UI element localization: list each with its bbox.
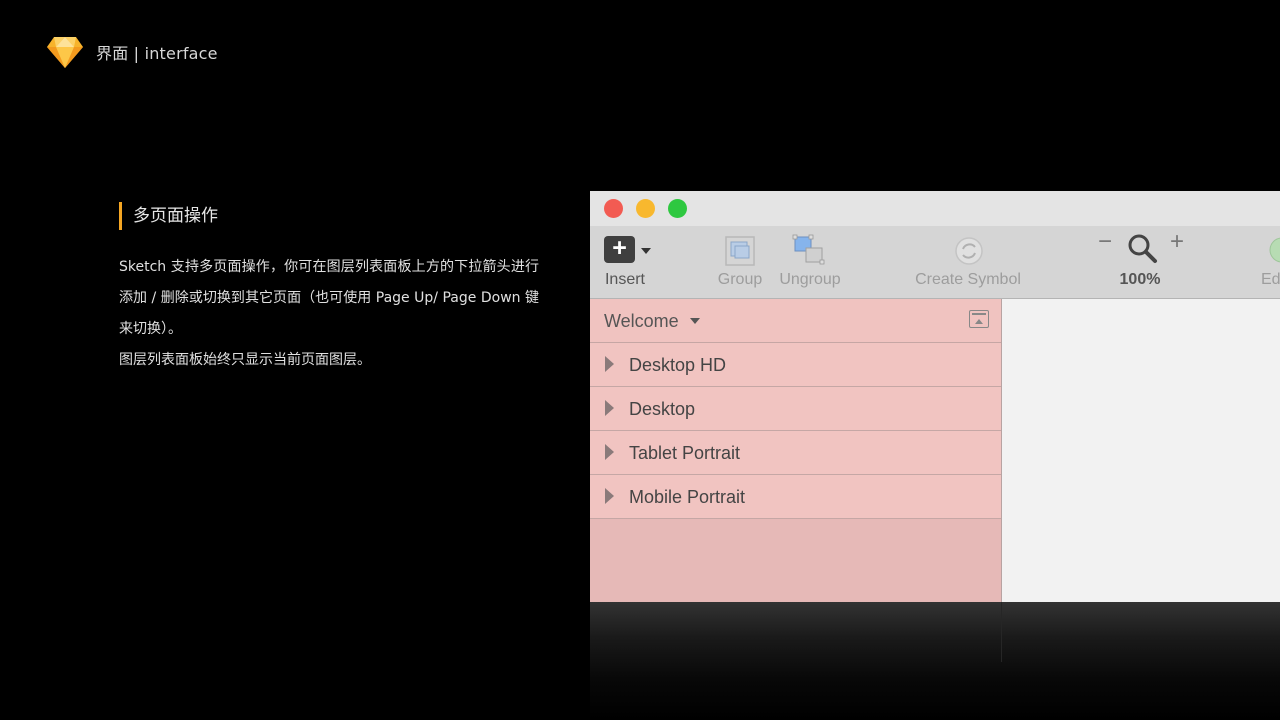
insert-button[interactable]: + Insert (590, 226, 666, 298)
layer-name: Tablet Portrait (629, 443, 741, 463)
ungroup-label: Ungroup (779, 271, 841, 288)
zoom-out-button[interactable]: − (1098, 228, 1112, 256)
window-reflection (590, 602, 1280, 720)
edit-button[interactable]: Ed (1254, 226, 1280, 298)
layer-name: Desktop (629, 399, 696, 419)
layer-row[interactable]: Desktop (590, 387, 1001, 431)
sketch-app-window: + Insert Group Ungroup Create Symbol − +… (590, 191, 1280, 602)
layer-row[interactable]: Mobile Portrait (590, 475, 1001, 519)
section-heading: 多页面操作 (119, 202, 539, 230)
sketch-diamond-logo-icon (47, 37, 83, 68)
ungroup-button[interactable]: Ungroup (774, 226, 846, 298)
ungroup-icon (792, 234, 825, 265)
group-label: Group (717, 271, 763, 288)
page-selector[interactable]: Welcome (590, 299, 1001, 343)
chevron-down-icon (690, 318, 700, 324)
zoom-level: 100% (1119, 271, 1161, 288)
disclosure-triangle-icon[interactable] (605, 356, 614, 372)
close-window-button[interactable] (604, 199, 623, 218)
feature-section: 多页面操作 Sketch 支持多页面操作，你可在图层列表面板上方的下拉箭头进行添… (119, 202, 539, 376)
minimize-window-button[interactable] (636, 199, 655, 218)
zoom-control: − + 100% (1090, 226, 1190, 298)
reflection-divider (1001, 602, 1002, 662)
group-button[interactable]: Group (712, 226, 768, 298)
disclosure-triangle-icon[interactable] (605, 444, 614, 460)
disclosure-triangle-icon[interactable] (605, 488, 614, 504)
layer-name: Mobile Portrait (629, 487, 746, 507)
maximize-window-button[interactable] (668, 199, 687, 218)
brand-header: 界面 | interface (47, 36, 218, 68)
chevron-down-icon (641, 248, 651, 254)
description-paragraph: Sketch 支持多页面操作，你可在图层列表面板上方的下拉箭头进行添加 / 删除… (119, 259, 539, 337)
zoom-in-button[interactable]: + (1170, 228, 1184, 256)
layer-row[interactable]: Desktop HD (590, 343, 1001, 387)
create-symbol-button[interactable]: Create Symbol (908, 226, 1028, 298)
edit-icon (1269, 237, 1280, 263)
group-icon (725, 236, 755, 266)
canvas-area[interactable] (1003, 299, 1280, 602)
magnifier-icon (1128, 234, 1157, 263)
current-page-name: Welcome (604, 311, 679, 331)
symbol-icon (955, 237, 983, 265)
description-paragraph: 图层列表面板始终只显示当前页面图层。 (119, 352, 371, 368)
layer-list-panel: Welcome Desktop HD Desktop Tablet Portra… (590, 299, 1002, 602)
create-symbol-label: Create Symbol (915, 271, 1021, 288)
section-body: Sketch 支持多页面操作，你可在图层列表面板上方的下拉箭头进行添加 / 删除… (119, 252, 539, 376)
page-title: 界面 | interface (96, 44, 218, 63)
edit-label: Ed (1261, 271, 1280, 288)
collapse-pages-icon[interactable] (969, 310, 989, 328)
window-titlebar (590, 191, 1280, 226)
layer-row[interactable]: Tablet Portrait (590, 431, 1001, 475)
toolbar: + Insert Group Ungroup Create Symbol − +… (590, 226, 1280, 299)
plus-icon: + (604, 236, 635, 263)
disclosure-triangle-icon[interactable] (605, 400, 614, 416)
layer-name: Desktop HD (629, 355, 727, 375)
insert-label: Insert (604, 271, 645, 288)
